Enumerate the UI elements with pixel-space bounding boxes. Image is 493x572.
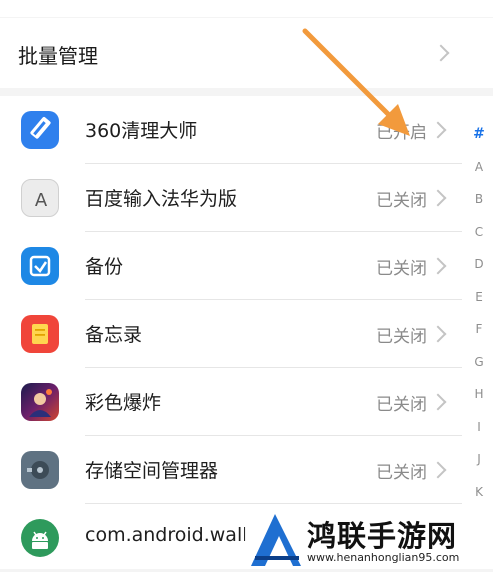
annotation-arrow-icon <box>302 28 410 136</box>
watermark: 鸿联手游网 www.henanhonglian95.com <box>245 510 493 569</box>
watermark-text: 鸿联手游网 <box>307 519 458 553</box>
watermark-url: www.henanhonglian95.com <box>307 551 460 564</box>
logo-icon <box>251 514 301 566</box>
